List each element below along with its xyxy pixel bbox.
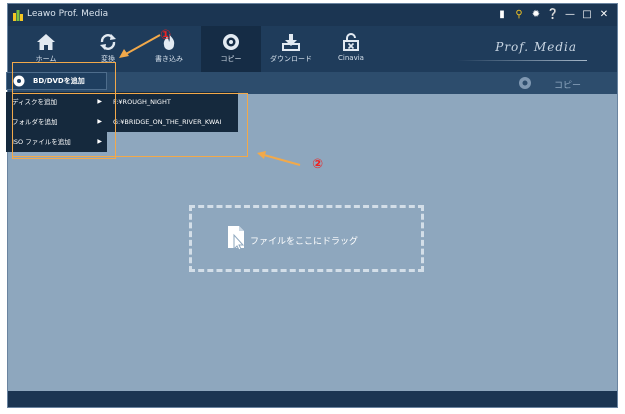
app-logo-icon xyxy=(13,10,23,21)
maximize-icon[interactable]: □ xyxy=(580,7,594,22)
annotation-arrow-1 xyxy=(119,34,161,58)
brand-logo: Prof. Media xyxy=(495,40,577,54)
chat-icon[interactable]: ▮ xyxy=(495,7,509,22)
drop-zone[interactable]: ファイルをここにドラッグ xyxy=(189,205,424,272)
toolbar-copy[interactable]: コピー xyxy=(201,26,261,72)
brand-underline xyxy=(457,60,587,61)
window-controls: ▮ ⚲ ✹ ❔ — □ ✕ xyxy=(495,7,611,22)
copy-disc-icon xyxy=(223,34,239,50)
home-icon xyxy=(37,34,55,50)
file-drag-icon xyxy=(228,226,245,250)
help-icon[interactable]: ❔ xyxy=(546,7,560,22)
cinavia-unlock-icon xyxy=(343,33,359,51)
annotation-arrow-2 xyxy=(257,151,301,166)
copy-tab-icon[interactable] xyxy=(518,76,532,90)
annotation-number-1: ① xyxy=(160,28,172,43)
toolbar-download[interactable]: ダウンロード xyxy=(261,26,321,72)
minimize-icon[interactable]: — xyxy=(563,7,577,22)
close-icon[interactable]: ✕ xyxy=(597,7,611,22)
annotation-box-2 xyxy=(12,93,248,157)
toolbar-cinavia[interactable]: Cinavia xyxy=(321,26,381,72)
status-bar xyxy=(8,391,617,407)
download-icon xyxy=(282,34,300,51)
key-icon[interactable]: ⚲ xyxy=(512,7,526,22)
drop-zone-label: ファイルをここにドラッグ xyxy=(250,237,359,247)
annotation-number-2: ② xyxy=(312,157,324,172)
convert-icon xyxy=(100,34,116,50)
gear-icon[interactable]: ✹ xyxy=(529,7,543,22)
title-bar: Leawo Prof. Media ▮ ⚲ ✹ ❔ — □ ✕ xyxy=(8,4,617,26)
app-title: Leawo Prof. Media xyxy=(27,9,109,19)
copy-tab-label[interactable]: コピー xyxy=(554,78,581,91)
